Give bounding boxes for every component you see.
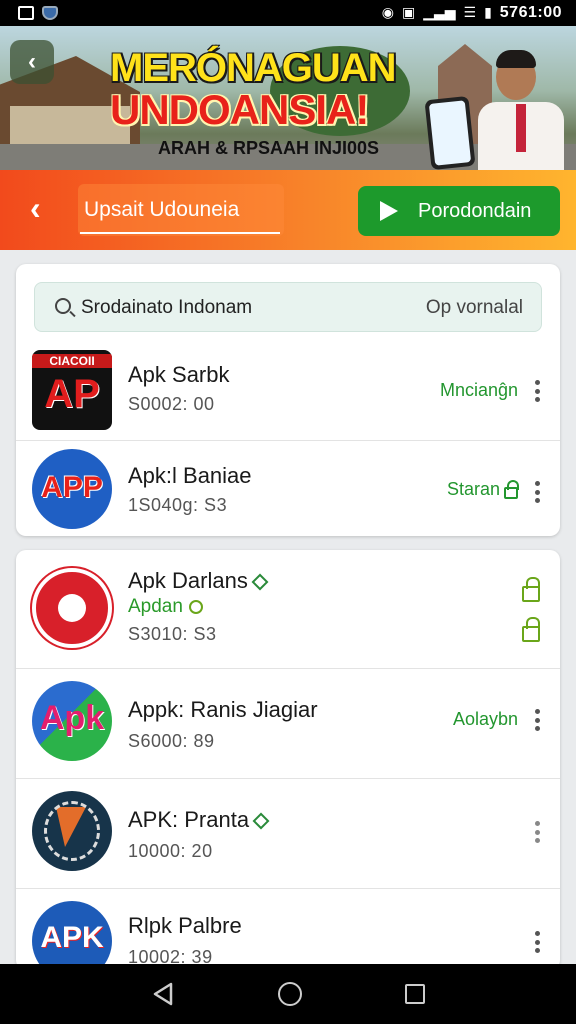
verified-icon xyxy=(251,573,269,591)
app-name: Apk Sarbk xyxy=(128,362,230,387)
clock: 5761:00 xyxy=(499,4,562,21)
more-vert-icon[interactable] xyxy=(534,821,540,843)
lock-icon[interactable] xyxy=(522,617,540,642)
more-vert-icon[interactable] xyxy=(534,931,540,953)
search-results-card: Srodainato Indonam Op vornalal CIACOII A… xyxy=(16,264,560,536)
nfc-icon: ▣ xyxy=(401,5,416,21)
location-field-text: Upsait Udouneia xyxy=(84,198,240,221)
app-size: 1S040g: S3 xyxy=(128,495,228,515)
banner-back-button[interactable]: ‹ xyxy=(10,40,54,84)
banner-title-line2: UNDOANSIA! xyxy=(110,86,369,133)
status-right: ◉ ▣ ▁▃▅ ☰ ▮ 5761:00 xyxy=(382,4,562,22)
shield-icon xyxy=(42,6,58,20)
search-input[interactable]: Srodainato Indonam Op vornalal xyxy=(34,282,542,332)
app-icon xyxy=(32,791,112,871)
primary-action-button[interactable]: Porodondain xyxy=(358,186,560,236)
app-icon xyxy=(32,568,112,648)
battery-icon: ▮ xyxy=(484,5,492,21)
play-icon xyxy=(380,201,398,221)
app-icon: Apk xyxy=(32,681,112,761)
search-query: Srodainato Indonam xyxy=(81,297,253,318)
app-name: APK: Pranta xyxy=(128,807,270,833)
back-icon[interactable]: ‹ xyxy=(30,192,41,224)
app-icon: APP xyxy=(32,449,112,529)
list-item[interactable]: Apk Darlans Apdan S3010: S3 xyxy=(16,550,560,668)
app-list-card: Apk Darlans Apdan S3010: S3 Apk Appk: Ra… xyxy=(16,550,560,970)
alarm-icon: ◉ xyxy=(381,5,394,21)
app-icon: APK xyxy=(32,901,112,970)
nav-home-icon[interactable] xyxy=(277,982,302,1006)
app-size: S0002: 00 xyxy=(128,394,215,414)
list-item[interactable]: CIACOII AP Apk Sarbk S0002: 00 Mncianĝn xyxy=(16,344,560,440)
location-field-underline xyxy=(80,232,280,234)
lock-icon[interactable] xyxy=(522,577,540,602)
list-item[interactable]: APK Rlpk Palbre 10002: 39 xyxy=(16,888,560,970)
nav-recents-icon[interactable] xyxy=(404,984,425,1004)
verified-icon xyxy=(252,812,270,830)
status-left xyxy=(18,6,58,20)
app-action-button[interactable]: Staran xyxy=(446,479,519,500)
wifi-icon: ☰ xyxy=(463,5,477,21)
app-size: S6000: 89 xyxy=(128,731,215,751)
more-vert-icon[interactable] xyxy=(534,709,540,731)
image-icon xyxy=(18,6,34,20)
app-action-label: Staran xyxy=(446,479,500,499)
list-item[interactable]: APP Apk:l Baniae 1S040g: S3 Staran xyxy=(16,440,560,536)
app-action-button[interactable]: Aolaybn xyxy=(453,709,518,730)
app-action-label: Aolaybn xyxy=(452,709,518,729)
app-name: Apk:l Baniae xyxy=(128,463,252,488)
system-nav-bar xyxy=(0,964,576,1024)
search-filter-dropdown[interactable]: Op vornalal xyxy=(426,297,523,319)
primary-action-label: Porodondain xyxy=(418,199,532,222)
action-bar: ‹ Upsait Udouneia Porodondain xyxy=(0,170,576,250)
list-item[interactable]: Apk Appk: Ranis Jiagiar S6000: 89 Aolayb… xyxy=(16,668,560,778)
app-name: Rlpk Palbre xyxy=(128,913,242,938)
app-name: Appk: Ranis Jiagiar xyxy=(128,697,318,722)
app-size: S3010: S3 xyxy=(128,624,217,644)
signal-icon: ▁▃▅ xyxy=(423,5,456,21)
app-name: Apk Darlans xyxy=(128,568,269,594)
app-action-button[interactable]: Mncianĝn xyxy=(440,380,518,401)
banner-title-line1: MERÓNAGUAN xyxy=(110,46,397,90)
banner-subtitle: ARAH & RPSAAH INJI00S xyxy=(158,138,380,158)
badge-icon xyxy=(188,599,203,614)
banner-person-illustration xyxy=(466,46,566,170)
app-action-label: Mncianĝn xyxy=(439,380,518,400)
more-vert-icon[interactable] xyxy=(534,380,540,402)
nav-back-icon[interactable] xyxy=(151,981,175,1007)
app-size: 10000: 20 xyxy=(128,841,213,861)
hero-banner: ‹ MERÓNAGUAN UNDOANSIA! ARAH & RPSAAH IN… xyxy=(0,26,576,170)
app-developer: Apdan xyxy=(128,596,203,618)
more-vert-icon[interactable] xyxy=(534,481,540,503)
status-bar: ◉ ▣ ▁▃▅ ☰ ▮ 5761:00 xyxy=(0,0,576,26)
app-icon: CIACOII AP xyxy=(32,350,112,430)
search-icon xyxy=(55,298,71,314)
list-item[interactable]: APK: Pranta 10000: 20 xyxy=(16,778,560,888)
lock-icon xyxy=(504,479,519,499)
